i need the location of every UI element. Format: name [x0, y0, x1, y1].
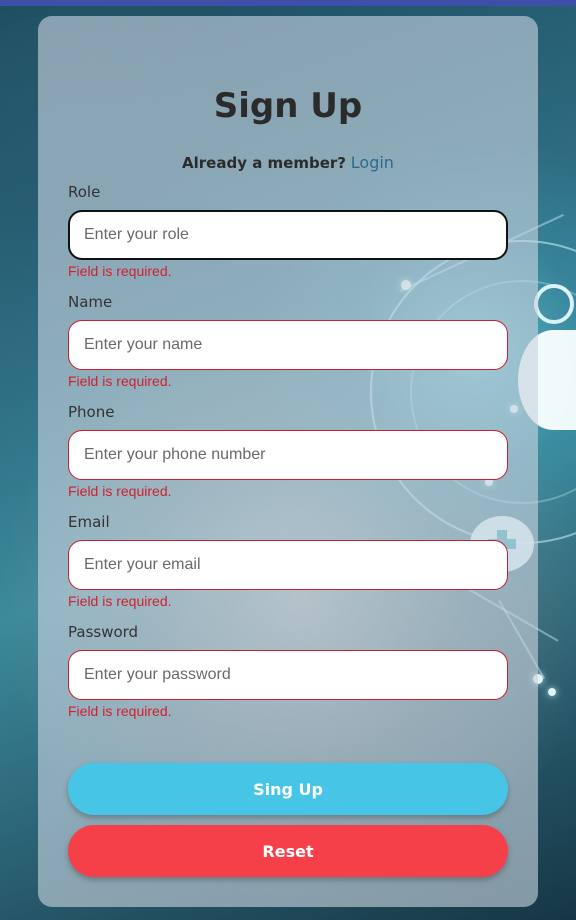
email-input[interactable]	[68, 540, 508, 590]
email-label: Email	[68, 513, 110, 531]
email-field-group: Email Field is required.	[68, 512, 508, 610]
name-label: Name	[68, 293, 113, 311]
role-error-message: Field is required.	[68, 263, 172, 279]
top-bar	[0, 0, 576, 6]
phone-label: Phone	[68, 403, 115, 421]
email-error-message: Field is required.	[68, 593, 172, 609]
password-error-message: Field is required.	[68, 703, 172, 719]
password-label: Password	[68, 623, 139, 641]
login-link[interactable]: Login	[351, 153, 394, 172]
name-field-group: Name Field is required.	[68, 292, 508, 390]
member-prompt-line: Already a member? Login	[38, 153, 538, 172]
password-input[interactable]	[68, 650, 508, 700]
reset-button[interactable]: Reset	[68, 825, 508, 877]
member-prompt-text: Already a member?	[182, 154, 346, 172]
phone-error-message: Field is required.	[68, 483, 172, 499]
name-input[interactable]	[68, 320, 508, 370]
password-field-group: Password Field is required.	[68, 622, 508, 720]
role-input[interactable]	[68, 210, 508, 260]
target-icon	[534, 284, 574, 324]
role-field-group: Role Field is required.	[68, 182, 508, 280]
page-title: Sign Up	[213, 86, 363, 126]
network-node-decoration	[548, 688, 556, 696]
phone-input[interactable]	[68, 430, 508, 480]
name-error-message: Field is required.	[68, 373, 172, 389]
signup-card: Sign Up Already a member? Login Role Fie…	[38, 16, 538, 907]
signup-button[interactable]: Sing Up	[68, 763, 508, 815]
phone-field-group: Phone Field is required.	[68, 402, 508, 500]
role-label: Role	[68, 183, 101, 201]
